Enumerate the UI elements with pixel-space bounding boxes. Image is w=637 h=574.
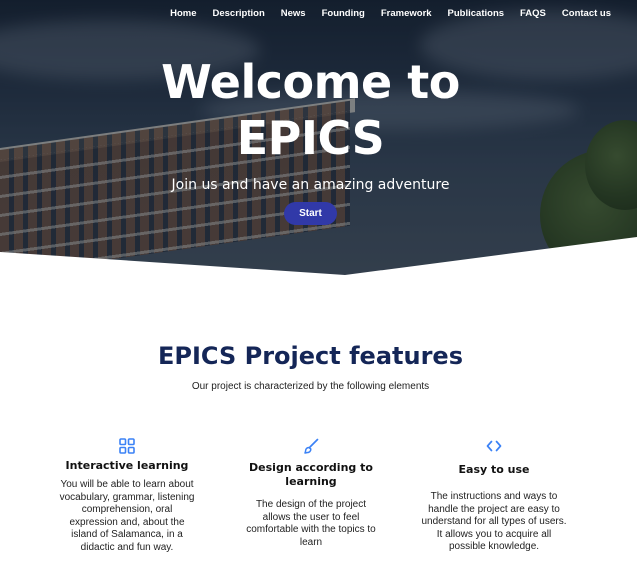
feature-title: Interactive learning — [65, 459, 189, 472]
nav-item-faqs[interactable]: FAQS — [520, 8, 546, 20]
main-nav: Home Description News Founding Framework… — [154, 8, 611, 20]
nav-item-founding[interactable]: Founding — [322, 8, 365, 20]
feature-text: The instructions and ways to handle the … — [421, 491, 567, 552]
code-icon — [486, 440, 502, 452]
hero-title: Welcome to EPICS — [0, 54, 621, 166]
nav-item-publications[interactable]: Publications — [448, 8, 504, 20]
nav-item-description[interactable]: Description — [213, 8, 265, 20]
nav-item-news[interactable]: News — [281, 8, 306, 20]
nav-item-framework[interactable]: Framework — [381, 8, 432, 20]
feature-text: You will be able to learn about vocabula… — [59, 479, 195, 553]
start-button[interactable]: Start — [284, 202, 337, 225]
feature-text: The design of the project allows the use… — [246, 499, 376, 548]
features-subtitle: Our project is characterized by the foll… — [191, 381, 430, 392]
feature-interactive-learning: Interactive learning You will be able to… — [52, 437, 202, 554]
hero-title-line1: Welcome to — [161, 55, 460, 109]
nav-item-home[interactable]: Home — [170, 8, 196, 20]
hero-subtitle: Join us and have an amazing adventure — [171, 177, 450, 193]
feature-title: Design according to learning — [249, 461, 373, 488]
features-title: EPICS Project features — [158, 342, 463, 370]
feature-design-according-to-learning: Design according to learning The design … — [236, 437, 386, 549]
hero-title-line2: EPICS — [236, 111, 385, 165]
nav-item-contact-us[interactable]: Contact us — [562, 8, 611, 20]
feature-title: Easy to use — [458, 463, 530, 476]
brush-icon — [304, 438, 319, 454]
grid-icon — [119, 438, 135, 454]
feature-easy-to-use: Easy to use The instructions and ways to… — [414, 437, 574, 554]
